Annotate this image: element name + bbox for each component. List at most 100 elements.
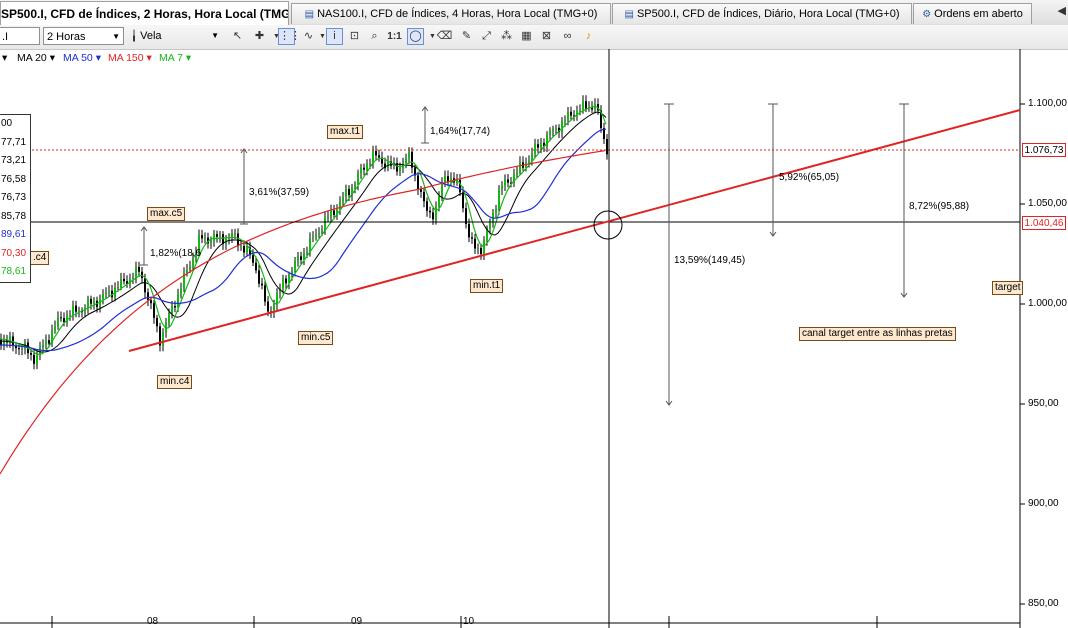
candle-body <box>555 127 557 129</box>
value-row: 85,78 <box>1 210 27 222</box>
label-channel-note[interactable]: canal target entre as linhas pretas <box>799 327 956 341</box>
candle-body <box>117 287 119 289</box>
candle-body <box>354 184 356 188</box>
candle-body <box>261 283 263 286</box>
label-target[interactable]: target <box>992 281 1023 295</box>
candle-body <box>75 305 77 312</box>
candle-body <box>519 162 521 173</box>
candle-body <box>477 247 479 249</box>
candle-body <box>435 206 437 220</box>
candle-body <box>204 237 206 239</box>
candle-body <box>219 234 221 237</box>
candle-body <box>33 354 35 364</box>
value-row: 73,21 <box>1 155 27 166</box>
candle-body <box>399 168 401 172</box>
grid-icon[interactable]: ⋮⋮ <box>278 28 301 45</box>
chart-type-select[interactable]: ╽ Vela ▼ <box>128 27 222 45</box>
pen-icon[interactable]: ✎ <box>458 28 475 45</box>
candle-body <box>408 151 410 159</box>
ma7-line <box>0 105 607 356</box>
close-chart-icon[interactable]: ⊠ <box>538 28 555 45</box>
candle-body <box>330 210 332 218</box>
info-icon[interactable]: i <box>326 28 343 45</box>
price-tick-label: 1.050,00 <box>1028 198 1067 209</box>
data-values-box: 00 77,71 73,21 76,58 76,73 85,78 89,61 7… <box>0 114 31 283</box>
candle-body <box>63 318 65 323</box>
value-row: 76,58 <box>1 173 27 185</box>
tab-nas100-4h[interactable]: ▤ NAS100.I, CFD de Índices, 4 Horas, Hora… <box>291 3 611 24</box>
chart-type-value: Vela <box>140 30 162 42</box>
crosshair-icon[interactable]: ✚ <box>251 28 268 45</box>
expand-icon[interactable]: ⤢ <box>478 28 495 45</box>
label-min-t1[interactable]: min.t1 <box>470 279 504 293</box>
candle-body <box>516 172 518 175</box>
label-min-c4[interactable]: min.c4 <box>157 375 193 389</box>
candle-body <box>153 303 155 318</box>
candle-body <box>432 212 434 220</box>
candle-body <box>30 353 32 355</box>
tab-sp500-2h[interactable]: SP500.I, CFD de Índices, 2 Horas, Hora L… <box>0 1 289 25</box>
ma50-line <box>0 128 607 352</box>
candle-body <box>405 158 407 164</box>
candle-body <box>606 138 608 155</box>
candle-body <box>285 278 287 284</box>
price-tick-label: 850,00 <box>1028 598 1059 609</box>
label-max-t1[interactable]: max.t1 <box>327 125 364 139</box>
candle-body <box>138 266 140 272</box>
candle-body <box>357 173 359 185</box>
candle-body <box>21 348 23 350</box>
candle-body <box>93 300 95 304</box>
candle-body <box>243 245 245 253</box>
candle-body <box>426 201 428 211</box>
tab-open-orders[interactable]: ⚙ Ordens em aberto <box>913 3 1032 24</box>
tab-sp500-daily[interactable]: ▤ SP500.I, CFD de Índices, Diário, Hora L… <box>612 3 912 24</box>
candle-body <box>0 339 2 346</box>
tab-scroll-left-icon[interactable]: ◀ <box>1058 5 1066 17</box>
link-icon[interactable]: ∞ <box>559 28 576 45</box>
price-axis-ticks <box>1020 103 1025 605</box>
candle-body <box>231 233 233 238</box>
candle-body <box>144 278 146 293</box>
cursor-icon[interactable]: ↖ <box>229 28 246 45</box>
candle-body <box>495 209 497 213</box>
measure-label-1-82: 1,82%(18,6 <box>150 248 202 259</box>
circle-tool-icon[interactable]: ◯ <box>407 28 424 45</box>
candle-body <box>108 290 110 293</box>
label-min-c5[interactable]: min.c5 <box>298 331 334 345</box>
candle-body <box>570 111 572 116</box>
candle-body <box>342 196 344 202</box>
label-max-c5[interactable]: max.c5 <box>147 207 186 221</box>
timeframe-select[interactable]: 2 Horas ▼ <box>43 27 124 45</box>
candle-body <box>201 235 203 239</box>
candle-body <box>507 179 509 183</box>
symbol-field[interactable]: .I <box>0 27 40 45</box>
candle-body <box>162 332 164 346</box>
value-row: 77,71 <box>1 136 27 148</box>
candle-body <box>210 240 212 244</box>
signals-icon[interactable]: ⁂ <box>498 28 515 45</box>
template-icon[interactable]: ▦ <box>518 28 535 45</box>
one-to-one-button[interactable]: 1:1 <box>386 28 403 45</box>
candlestick-icon: ╽ <box>131 31 138 42</box>
label-c4[interactable]: .c4 <box>30 251 50 265</box>
candle-body <box>18 348 20 350</box>
candle-body <box>483 239 485 255</box>
tab-scroll-arrows[interactable]: ◀ <box>1058 4 1066 17</box>
tab-label: NAS100.I, CFD de Índices, 4 Horas, Hora … <box>317 8 598 20</box>
measure-label-3-61: 3,61%(37,59) <box>249 187 310 198</box>
candle-body <box>417 175 419 190</box>
candle-body <box>489 221 491 229</box>
candle-body <box>189 266 191 270</box>
ma20-line <box>0 111 607 353</box>
candle-body <box>87 298 89 308</box>
candle-body <box>36 355 38 364</box>
candle-body <box>267 301 269 312</box>
candle-body <box>90 298 92 304</box>
alert-bell-icon[interactable]: ♪ <box>580 28 597 45</box>
eraser-icon[interactable]: ⌫ <box>436 28 453 45</box>
zoom-icon[interactable]: ⌕ <box>366 28 383 45</box>
candle-body <box>180 288 182 295</box>
data-window-icon[interactable]: ⊡ <box>346 28 363 45</box>
candle-body <box>438 196 440 207</box>
price-tick-label: 950,00 <box>1028 398 1059 409</box>
